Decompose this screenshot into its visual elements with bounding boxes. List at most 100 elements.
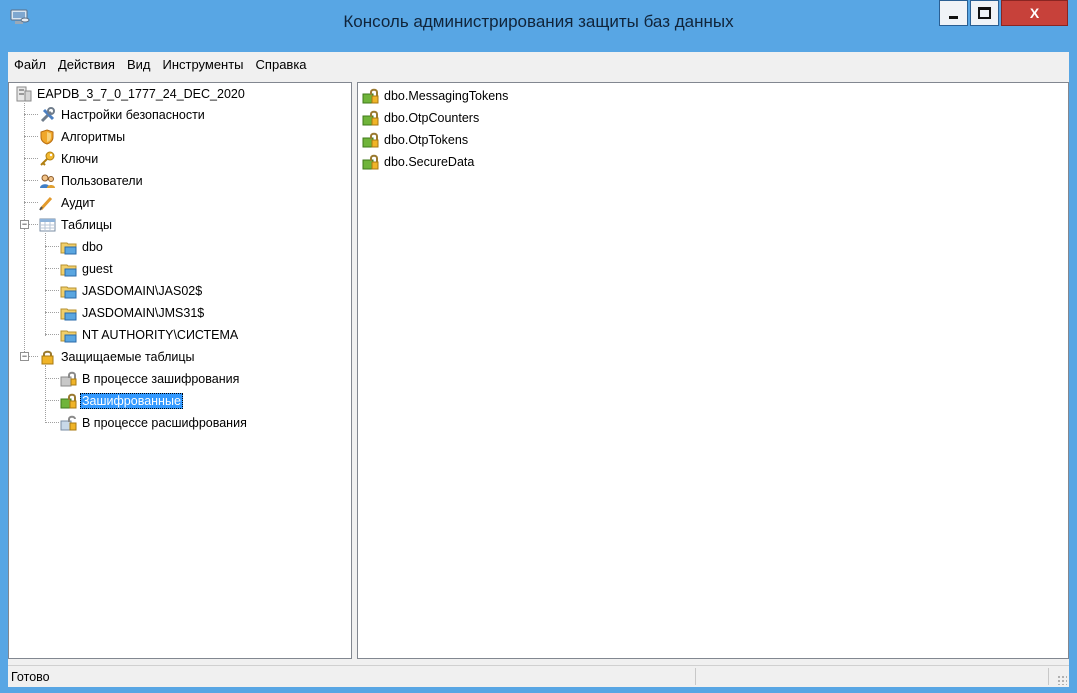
tree-line (24, 103, 25, 358)
tree-item-security-settings[interactable]: Настройки безопасности (39, 105, 207, 125)
resize-grip-icon[interactable] (1057, 675, 1067, 685)
tree-item-label: Таблицы (61, 218, 113, 232)
tree-line (45, 246, 59, 247)
tree-root[interactable]: EAPDB_3_7_0_1777_24_DEC_2020 (15, 84, 247, 104)
list-item[interactable]: dbo.SecureData (362, 151, 474, 173)
menu-help[interactable]: Справка (250, 52, 313, 77)
lock-encrypted-icon (362, 88, 379, 104)
tree-item-tables[interactable]: Таблицы (39, 215, 114, 235)
lock-icon (41, 350, 54, 365)
tree-line (24, 158, 38, 159)
tree-schema-jas02[interactable]: JASDOMAIN\JAS02$ (60, 281, 204, 301)
status-bar: Готово (8, 665, 1069, 687)
menu-actions[interactable]: Действия (52, 52, 121, 77)
tools-icon (40, 107, 55, 123)
schema-folder-icon (60, 308, 77, 321)
tree-line (29, 224, 38, 225)
lock-encrypted-icon (60, 393, 77, 409)
menu-file[interactable]: Файл (8, 52, 52, 77)
tree-line (24, 180, 38, 181)
maximize-button[interactable] (970, 0, 999, 26)
schema-folder-icon (60, 242, 77, 255)
close-icon: X (1029, 5, 1040, 21)
list-pane[interactable]: dbo.MessagingTokens dbo.OtpCounters dbo.… (357, 82, 1069, 659)
tree-line (45, 378, 59, 379)
app-window: Консоль администрирования защиты баз дан… (0, 0, 1077, 693)
tree-line (45, 422, 59, 423)
list-item[interactable]: dbo.OtpCounters (362, 107, 479, 129)
tree-item-users[interactable]: Пользователи (39, 171, 145, 191)
tree-pane[interactable]: − − EAPDB_3_7_0_1777_24_DEC_2020 Настрой… (8, 82, 352, 659)
tree-root-label: EAPDB_3_7_0_1777_24_DEC_2020 (37, 87, 245, 101)
list-item-label: dbo.MessagingTokens (384, 89, 509, 103)
tree-item-label: Зашифрованные (80, 393, 183, 409)
main-content: − − EAPDB_3_7_0_1777_24_DEC_2020 Настрой… (8, 77, 1069, 665)
tree-item-label: JASDOMAIN\JMS31$ (82, 306, 205, 320)
tree-schema-dbo[interactable]: dbo (60, 237, 105, 257)
tree-line (24, 114, 38, 115)
key-icon (40, 151, 55, 166)
tree-item-label: В процессе расшифрования (82, 416, 247, 430)
menu-bar: Файл Действия Вид Инструменты Справка (8, 52, 1069, 77)
tree-line (24, 136, 38, 137)
status-separator (695, 668, 696, 685)
tree-line (45, 312, 59, 313)
tree-item-encrypting[interactable]: В процессе зашифрования (60, 369, 241, 389)
close-button[interactable]: X (1001, 0, 1068, 26)
tree-item-label: Алгоритмы (61, 130, 126, 144)
tree-line (45, 334, 59, 335)
list-item-label: dbo.SecureData (384, 155, 475, 169)
tree-schema-nt-authority[interactable]: NT AUTHORITY\СИСТЕМА (60, 325, 240, 345)
lock-encrypted-icon (362, 110, 379, 126)
tree-line (45, 268, 59, 269)
collapse-protected-toggle[interactable]: − (20, 352, 29, 361)
tree-item-algorithms[interactable]: Алгоритмы (39, 127, 127, 147)
tree-item-keys[interactable]: Ключи (39, 149, 100, 169)
lock-encrypted-icon (362, 132, 379, 148)
unlock-in-progress-icon (60, 415, 77, 431)
tree-line (29, 356, 38, 357)
shield-icon (40, 129, 54, 145)
tree-line (45, 233, 46, 336)
list-item-label: dbo.OtpCounters (384, 111, 480, 125)
list-item[interactable]: dbo.OtpTokens (362, 129, 468, 151)
schema-folder-icon (60, 264, 77, 277)
tree-item-label: Пользователи (61, 174, 143, 188)
database-server-icon (16, 86, 32, 102)
table-icon (39, 218, 56, 232)
tree-item-label: dbo (82, 240, 103, 254)
tree-item-label: В процессе зашифрования (82, 372, 240, 386)
maximize-icon (978, 7, 991, 19)
tree-item-protected-tables[interactable]: Защищаемые таблицы (39, 347, 197, 367)
list-item-label: dbo.OtpTokens (384, 133, 469, 147)
tree-schema-jms31[interactable]: JASDOMAIN\JMS31$ (60, 303, 206, 323)
tree-item-label: Защищаемые таблицы (61, 350, 195, 364)
lock-encrypted-icon (362, 154, 379, 170)
tree-item-label: NT AUTHORITY\СИСТЕМА (82, 328, 239, 342)
menu-tools[interactable]: Инструменты (156, 52, 249, 77)
minimize-button[interactable] (939, 0, 968, 26)
lock-in-progress-icon (60, 371, 77, 387)
tree-item-audit[interactable]: Аудит (39, 193, 97, 213)
tree-item-label: Настройки безопасности (61, 108, 205, 122)
menu-view[interactable]: Вид (121, 52, 157, 77)
collapse-tables-toggle[interactable]: − (20, 220, 29, 229)
tree-item-decrypting[interactable]: В процессе расшифрования (60, 413, 249, 433)
tree-schema-guest[interactable]: guest (60, 259, 115, 279)
tree-item-label: guest (82, 262, 113, 276)
users-icon (40, 174, 55, 188)
list-item[interactable]: dbo.MessagingTokens (362, 85, 508, 107)
tree-line (24, 202, 38, 203)
pencil-icon (39, 196, 53, 211)
tree-item-encrypted[interactable]: Зашифрованные (60, 391, 183, 411)
tree-item-label: Аудит (61, 196, 96, 210)
tree-line (45, 400, 59, 401)
title-bar[interactable]: Консоль администрирования защиты баз дан… (0, 0, 1077, 52)
tree-item-label: JASDOMAIN\JAS02$ (82, 284, 203, 298)
tree-line (45, 365, 46, 423)
status-text: Готово (11, 670, 50, 684)
window-title: Консоль администрирования защиты баз дан… (343, 12, 734, 31)
schema-folder-icon (60, 330, 77, 343)
tree-item-label: Ключи (61, 152, 99, 166)
minimize-icon (949, 15, 958, 19)
